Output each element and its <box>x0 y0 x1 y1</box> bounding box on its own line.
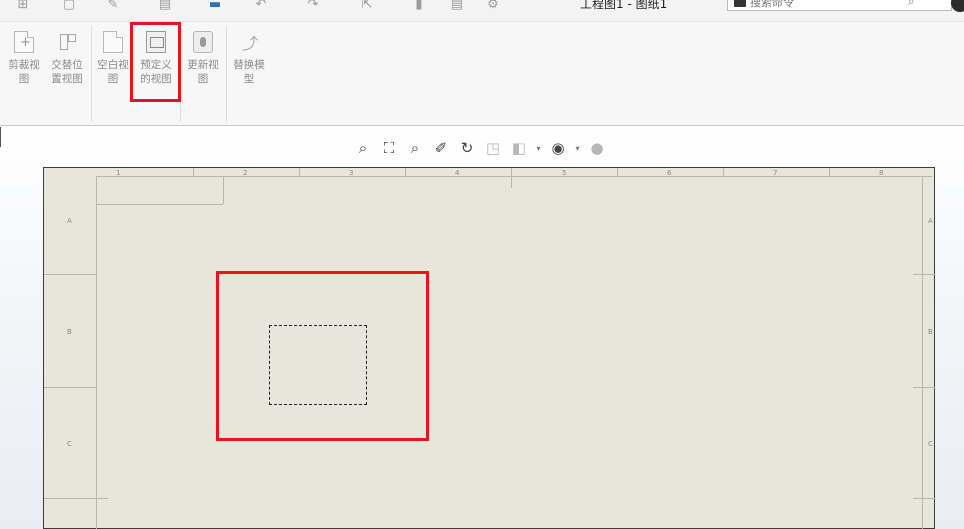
zone-divider <box>913 274 935 275</box>
zone-column-label: 6 <box>667 169 672 177</box>
hide-show-dropdown-icon[interactable]: ▾ <box>573 137 582 159</box>
drawing-sheet[interactable]: 1 2 3 4 5 6 7 8 A B C A B C <box>43 167 935 529</box>
sheet-border-left <box>96 176 97 529</box>
zone-divider <box>913 498 935 499</box>
zone-column-label: 2 <box>243 169 248 177</box>
zone-divider <box>299 168 300 176</box>
update-view-icon <box>193 31 213 53</box>
title-bar: ⊞ ▢ ✎ ▤ ▬ ↶ ↷ ⇱ ▮ ▤ ⚙ 工程图1 - 图纸1 ⌕ ▾ <box>0 0 964 22</box>
update-view-label: 更新视 图 <box>187 59 219 85</box>
zone-column-label: 8 <box>879 169 884 177</box>
file-props-icon[interactable]: ▤ <box>448 0 466 12</box>
title-block-edge <box>223 176 224 204</box>
zone-column-label: 7 <box>773 169 778 177</box>
section-view-icon[interactable]: ✐ <box>430 137 452 159</box>
home-icon[interactable]: ⊞ <box>14 0 32 12</box>
search-icon[interactable]: ⌕ <box>908 0 915 9</box>
zone-divider <box>44 274 96 275</box>
command-manager-ribbon: 剪裁视 图 交替位 置视图 空白视 图 预定义 的视图 更新视 图 替换模 型 <box>0 22 964 126</box>
title-block-edge <box>96 204 223 205</box>
zone-divider <box>617 168 618 176</box>
zoom-to-fit-icon[interactable]: ⌕ <box>352 137 374 159</box>
zone-column-label: 4 <box>455 169 460 177</box>
display-style-icon[interactable]: ◧ <box>508 137 530 159</box>
alternate-position-label: 交替位 置视图 <box>51 59 83 85</box>
zone-row-label: C <box>928 440 933 448</box>
rebuild-icon[interactable]: ▮ <box>410 0 428 12</box>
blank-view-icon <box>103 31 123 53</box>
predefined-view-folder-icon <box>146 31 166 53</box>
zone-divider <box>913 387 935 388</box>
redo-icon[interactable]: ↷ <box>304 0 322 12</box>
zone-row-label: B <box>67 328 72 336</box>
predefined-view-button[interactable]: 预定义 的视图 <box>134 28 178 96</box>
blank-view-label: 空白视 图 <box>97 59 129 85</box>
zone-divider <box>511 168 512 188</box>
zone-column-label: 1 <box>116 169 121 177</box>
zone-divider <box>44 498 108 499</box>
zoom-to-area-icon[interactable]: ⛶ <box>378 137 400 159</box>
zone-divider <box>723 168 724 176</box>
replace-model-button[interactable]: 替换模 型 <box>227 28 271 96</box>
sheet-border-right <box>922 176 923 529</box>
zone-divider <box>829 168 830 176</box>
edit-icon[interactable]: ✎ <box>104 0 122 12</box>
zone-divider <box>405 168 406 176</box>
zone-column-label: 3 <box>349 169 354 177</box>
hide-show-items-icon[interactable]: ◉ <box>547 137 569 159</box>
crop-view-button[interactable]: 剪裁视 图 <box>2 28 46 96</box>
zone-divider <box>44 387 96 388</box>
search-dropdown-icon[interactable]: ▾ <box>927 0 932 3</box>
solidworks-window: ⊞ ▢ ✎ ▤ ▬ ↶ ↷ ⇱ ▮ ▤ ⚙ 工程图1 - 图纸1 ⌕ ▾ 剪裁视 图 交替位 置视图… <box>0 0 964 529</box>
new-icon[interactable]: ▢ <box>60 0 78 12</box>
graphics-area[interactable]: ⌕ ⛶ ⌕ ✐ ↻ ◳ ◧ ▾ ◉ ▾ ● 1 2 3 4 5 6 7 8 A … <box>0 127 964 529</box>
document-title: 工程图1 - 图纸1 <box>580 0 668 11</box>
appearance-icon[interactable]: ● <box>586 137 608 159</box>
search-input[interactable] <box>750 0 900 10</box>
crop-view-icon <box>14 31 34 53</box>
search-commands-box[interactable]: ⌕ ▾ <box>727 0 952 11</box>
update-view-button[interactable]: 更新视 图 <box>181 28 225 96</box>
alternate-position-icon <box>57 31 77 53</box>
heads-up-view-toolbar: ⌕ ⛶ ⌕ ✐ ↻ ◳ ◧ ▾ ◉ ▾ ● <box>352 135 608 161</box>
rotate-view-icon[interactable]: ↻ <box>456 137 478 159</box>
crop-view-label: 剪裁视 图 <box>8 59 40 85</box>
zone-divider <box>193 168 194 176</box>
display-style-dropdown-icon[interactable]: ▾ <box>534 137 543 159</box>
view-orientation-icon[interactable]: ◳ <box>482 137 504 159</box>
sheet-border-top <box>96 176 932 177</box>
predefined-view-label: 预定义 的视图 <box>140 59 172 85</box>
help-icon[interactable] <box>951 0 964 12</box>
predefined-view-placeholder[interactable] <box>269 325 367 405</box>
replace-model-label: 替换模 型 <box>233 59 265 85</box>
zone-row-label: B <box>928 328 933 336</box>
zone-row-label: A <box>67 217 72 225</box>
blank-view-button[interactable]: 空白视 图 <box>91 28 135 96</box>
panel-edge <box>0 127 1 147</box>
zone-column-label: 5 <box>562 169 567 177</box>
zone-row-label: C <box>67 440 72 448</box>
options-gear-icon[interactable]: ⚙ <box>484 0 502 12</box>
search-scope-icon[interactable] <box>734 0 746 7</box>
save-icon[interactable]: ▤ <box>156 0 174 12</box>
previous-view-icon[interactable]: ⌕ <box>404 137 426 159</box>
undo-icon[interactable]: ↶ <box>252 0 270 12</box>
print-icon[interactable]: ▬ <box>206 0 224 12</box>
alternate-position-view-button[interactable]: 交替位 置视图 <box>45 28 89 96</box>
zone-row-label: A <box>928 217 933 225</box>
replace-model-icon <box>239 30 259 54</box>
select-icon[interactable]: ⇱ <box>358 0 376 12</box>
